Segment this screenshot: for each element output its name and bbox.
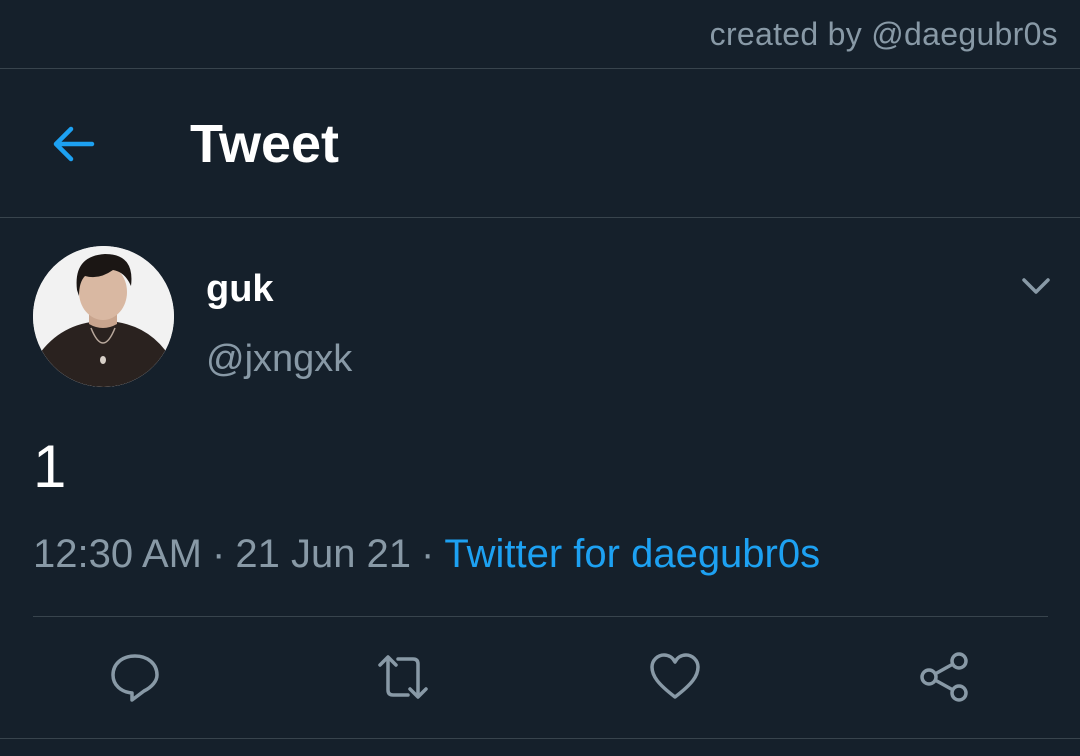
- chevron-down-icon: [1022, 278, 1050, 294]
- divider: [0, 738, 1080, 739]
- tweet-meta: 12:30 AM · 21 Jun 21 · Twitter for daegubr0s: [33, 532, 820, 577]
- share-icon: [920, 652, 968, 702]
- reply-button[interactable]: [108, 650, 162, 704]
- retweet-button[interactable]: [376, 650, 430, 704]
- avatar[interactable]: [33, 246, 174, 387]
- back-button[interactable]: [44, 119, 104, 169]
- tweet-time: 12:30 AM: [33, 532, 203, 576]
- retweet-icon: [378, 655, 428, 699]
- author-display-name[interactable]: guk: [206, 268, 274, 311]
- tweet-text: 1: [33, 433, 67, 500]
- meta-separator: ·: [212, 532, 226, 576]
- heart-icon: [650, 653, 700, 699]
- author-handle[interactable]: @jxngxk: [206, 338, 352, 381]
- arrow-left-icon: [53, 126, 95, 162]
- meta-separator: ·: [421, 532, 435, 576]
- tweet-header: Tweet: [0, 69, 1080, 218]
- tweet-menu-button[interactable]: [1014, 268, 1058, 304]
- credit-text: created by @daegubr0s: [709, 16, 1058, 52]
- reply-icon: [111, 654, 159, 702]
- profile-photo: [33, 246, 174, 387]
- share-button[interactable]: [918, 650, 972, 704]
- tweet-source-link[interactable]: Twitter for daegubr0s: [444, 532, 820, 576]
- credit-bar: created by @daegubr0s: [0, 0, 1080, 69]
- page-title: Tweet: [190, 114, 340, 174]
- divider: [33, 616, 1048, 617]
- tweet-date: 21 Jun 21: [235, 532, 412, 576]
- like-button[interactable]: [648, 650, 702, 704]
